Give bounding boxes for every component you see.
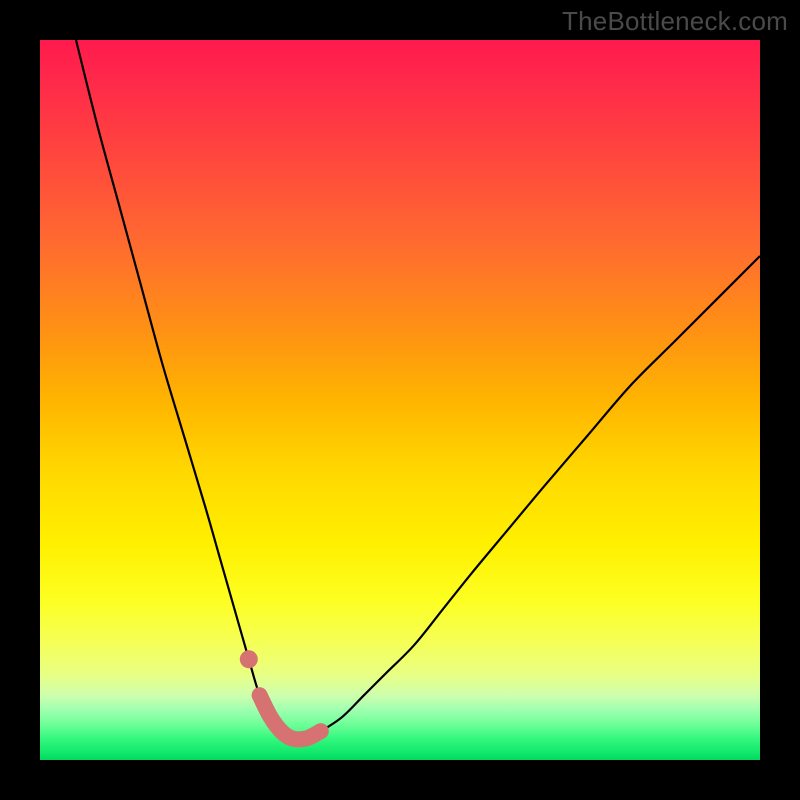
highlight-segment (260, 695, 321, 739)
highlight-dot (240, 650, 258, 668)
plot-area (40, 40, 760, 760)
curve-layer (40, 40, 760, 760)
watermark-text: TheBottleneck.com (562, 6, 788, 37)
bottleneck-curve (76, 40, 760, 739)
chart-frame: TheBottleneck.com (0, 0, 800, 800)
